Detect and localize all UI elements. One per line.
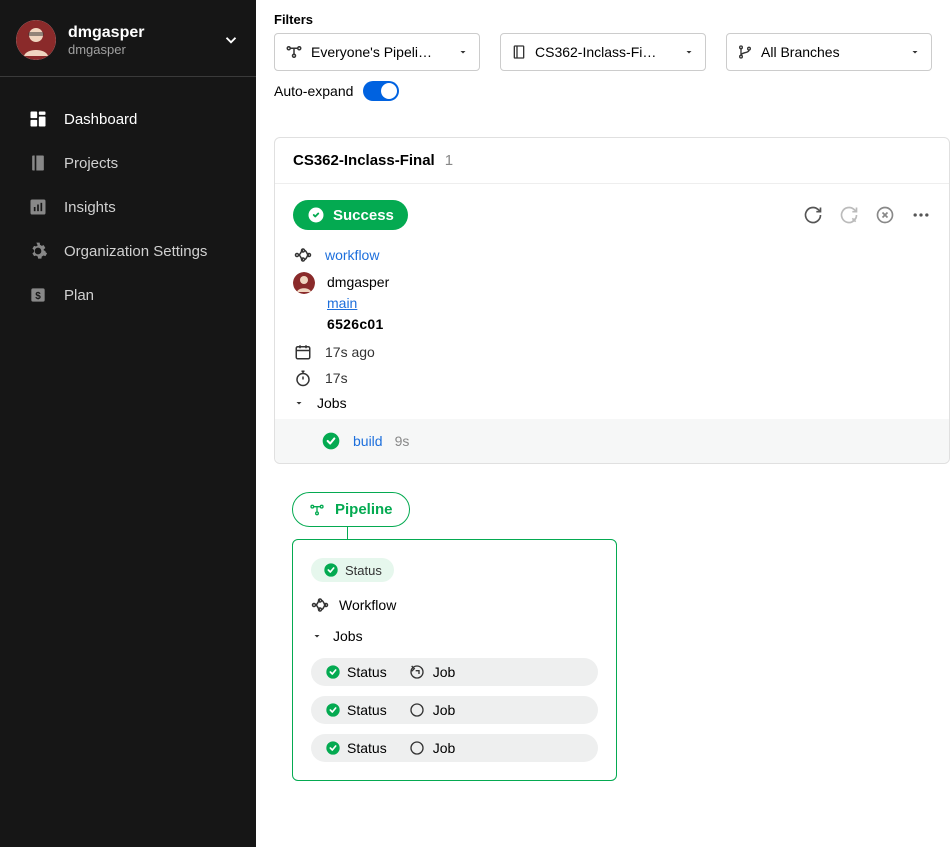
pipeline-card: CS362-Inclass-Final 1 Success [274,137,950,464]
nav-label: Dashboard [64,111,137,128]
legend-status-pill: Status [311,558,394,582]
rerun-icon[interactable] [803,205,823,225]
legend: Pipeline Status Workflow Jobs [274,492,950,781]
legend-jobs-header: Jobs [311,628,598,644]
autoexpand-toggle[interactable] [363,81,399,101]
filters-bar: Filters Everyone's Pipeli… CS362-Inclass… [256,0,950,109]
more-icon[interactable] [911,205,931,225]
sidebar-user-name: dmgasper [68,24,222,42]
nav-label: Organization Settings [64,243,207,260]
caret-down-icon [683,46,695,58]
nav-item-insights[interactable]: Insights [0,185,256,229]
time-ago: 17s ago [325,344,375,360]
nav-item-projects[interactable]: Projects [0,141,256,185]
stopwatch-icon [293,369,313,387]
nav-list: Dashboard Projects Insights Organization… [0,89,256,325]
redo-icon [409,664,425,680]
caret-down-icon [457,46,469,58]
workflow-link[interactable]: workflow [325,247,379,263]
caret-down-icon [293,397,305,409]
duration-row: 17s [293,369,931,387]
projects-icon [28,153,48,173]
check-circle-icon [307,206,325,224]
nav-label: Plan [64,287,94,304]
time-ago-row: 17s ago [293,343,931,361]
legend-job-row: Status Job [311,658,598,686]
pipeline-title: CS362-Inclass-Final [293,152,435,169]
caret-down-icon [909,46,921,58]
dashboard-icon [28,109,48,129]
svg-text:$: $ [35,291,41,302]
pipeline-card-header[interactable]: CS362-Inclass-Final 1 [275,138,949,184]
pipeline-user: dmgasper [327,272,389,293]
workflow-icon [311,596,329,614]
legend-jobs-label: Jobs [333,628,363,644]
workflow-icon [293,246,313,264]
autoexpand-row: Auto-expand [274,81,932,101]
filter-branches[interactable]: All Branches [726,33,932,71]
caret-down-icon [311,630,323,642]
insights-icon [28,197,48,217]
filter-label: CS362-Inclass-Fi… [535,44,656,60]
pipeline-icon [285,43,303,61]
filter-label: Everyone's Pipeli… [311,44,432,60]
check-circle-icon [321,431,341,451]
redo-icon [409,702,425,718]
pipeline-count: 1 [445,152,453,169]
duration: 17s [325,370,348,386]
filter-project[interactable]: CS362-Inclass-Fi… [500,33,706,71]
job-row[interactable]: build 9s [275,419,949,463]
legend-job-row: Status Job [311,696,598,724]
avatar [16,20,56,60]
chevron-down-icon [222,31,240,49]
commit-hash: 6526c01 [327,314,389,335]
nav-label: Projects [64,155,118,172]
nav-label: Insights [64,199,116,216]
autoexpand-label: Auto-expand [274,83,353,99]
legend-tag-label: Pipeline [335,501,393,518]
nav-item-plan[interactable]: $ Plan [0,273,256,317]
legend-pipeline-tag: Pipeline [292,492,410,527]
projects-icon [511,44,527,60]
nav-item-org-settings[interactable]: Organization Settings [0,229,256,273]
gear-icon [28,241,48,261]
check-circle-icon [325,740,341,756]
sidebar-user-header[interactable]: dmgasper dmgasper [0,12,256,77]
legend-job-row: Status Job [311,734,598,762]
redo-icon [409,740,425,756]
avatar [293,272,315,294]
legend-workflow-row: Workflow [311,596,598,614]
sidebar-user-sub: dmgasper [68,42,222,57]
filter-label: All Branches [761,44,840,60]
main-content: Filters Everyone's Pipeli… CS362-Inclass… [256,0,950,847]
job-name: build [353,433,383,449]
legend-connector [347,527,348,539]
nav-item-dashboard[interactable]: Dashboard [0,97,256,141]
sidebar: dmgasper dmgasper Dashboard Projects Ins… [0,0,256,847]
user-meta: dmgasper main 6526c01 [293,272,931,335]
branch-icon [737,44,753,60]
jobs-label: Jobs [317,395,347,411]
rerun-failed-icon[interactable] [839,205,859,225]
legend-workflow-label: Workflow [339,597,396,613]
calendar-icon [293,343,313,361]
plan-icon: $ [28,285,48,305]
workflow-row: workflow [293,246,931,264]
filters-label: Filters [274,12,932,27]
pipeline-icon [309,502,325,518]
jobs-header[interactable]: Jobs [293,395,931,411]
status-text: Success [333,207,394,224]
check-circle-icon [325,664,341,680]
pipeline-actions [803,205,931,225]
filter-pipelines[interactable]: Everyone's Pipeli… [274,33,480,71]
cancel-icon[interactable] [875,205,895,225]
status-badge-success: Success [293,200,408,230]
check-circle-icon [323,562,339,578]
branch-link[interactable]: main [327,295,357,311]
job-duration: 9s [395,433,410,449]
legend-card: Status Workflow Jobs Status [292,539,617,781]
check-circle-icon [325,702,341,718]
